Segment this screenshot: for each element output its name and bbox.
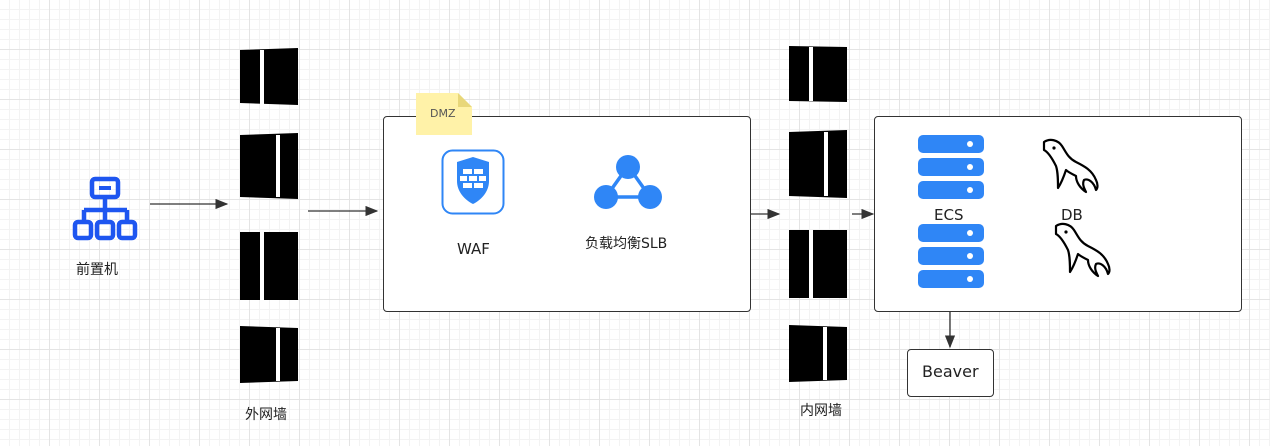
firewall-brick-icon: [240, 48, 298, 105]
inner-firewall-label: 内网墙: [800, 403, 842, 419]
firewall-brick-icon: [789, 325, 847, 382]
mysql-dolphin-icon: [1054, 222, 1111, 278]
mysql-dolphin-icon: [1042, 138, 1099, 194]
waf-label: WAF: [457, 240, 490, 258]
load-balancer-icon: [594, 155, 662, 209]
front-machine-label: 前置机: [76, 262, 118, 278]
firewall-brick-icon: [789, 46, 847, 102]
network-tree-icon: [72, 176, 138, 241]
server-stack-icon: [918, 224, 984, 288]
firewall-brick-icon: [240, 232, 298, 300]
server-stack-icon: [918, 135, 984, 199]
ecs-label: ECS: [934, 206, 964, 224]
shield-icon: [441, 149, 505, 215]
outer-firewall-label: 外网墙: [245, 407, 287, 423]
firewall-brick-icon: [789, 130, 847, 198]
firewall-brick-icon: [789, 230, 847, 298]
firewall-brick-icon: [240, 133, 298, 199]
dmz-zone: [383, 116, 751, 312]
beaver-label: Beaver: [922, 362, 979, 381]
dmz-tag: DMZ: [430, 107, 456, 120]
slb-label: 负载均衡SLB: [585, 236, 668, 252]
firewall-brick-icon: [240, 326, 298, 383]
